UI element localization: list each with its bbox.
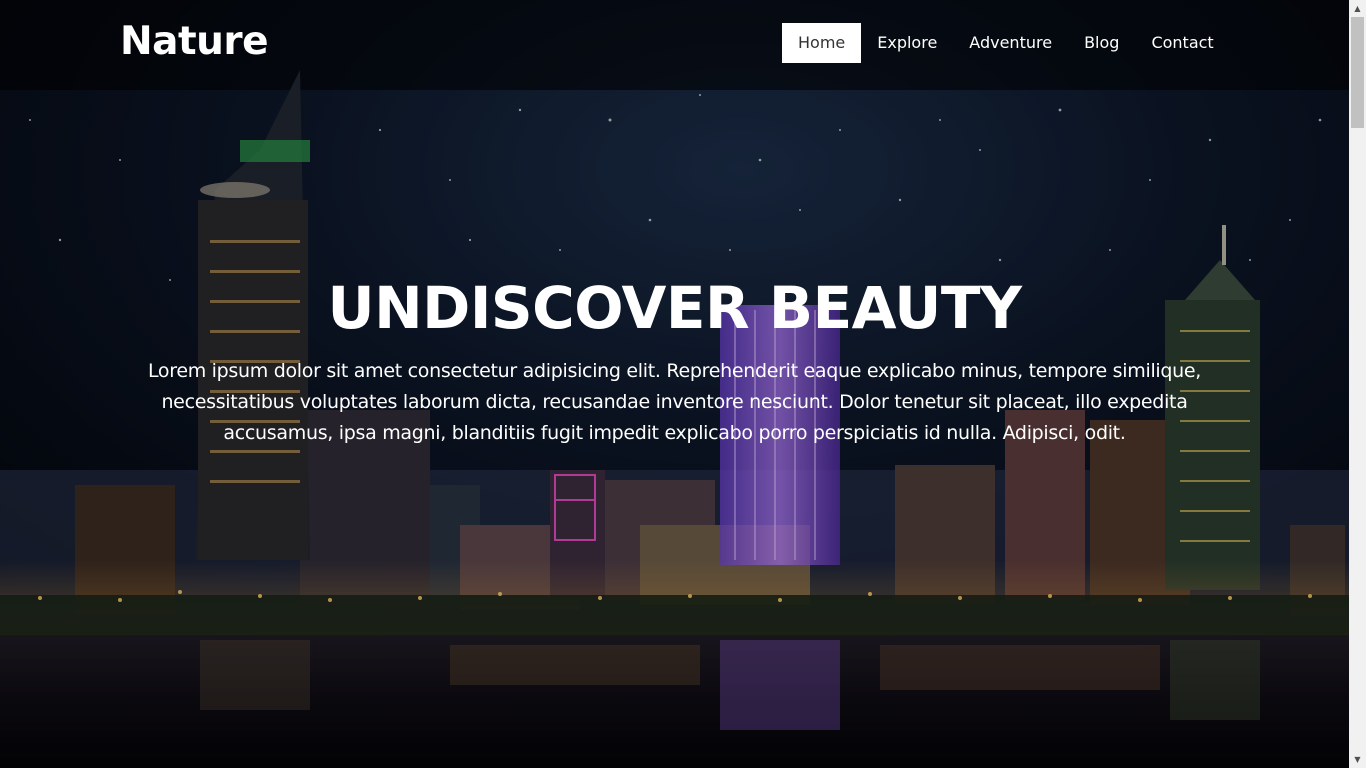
scrollbar-thumb[interactable]: [1351, 17, 1364, 128]
nav-item-contact[interactable]: Contact: [1135, 23, 1229, 63]
nav-item-blog[interactable]: Blog: [1068, 23, 1135, 63]
scroll-up-arrow-icon[interactable]: ▲: [1349, 0, 1366, 17]
nav-item-adventure[interactable]: Adventure: [953, 23, 1068, 63]
site-header: Nature Home Explore Adventure Blog Conta…: [0, 0, 1349, 86]
hero-description: Lorem ipsum dolor sit amet consectetur a…: [147, 360, 1202, 444]
site-logo[interactable]: Nature: [120, 18, 269, 66]
hero-title: UNDISCOVER BEAUTY: [327, 274, 1022, 342]
page-scrollbar[interactable]: ▲ ▼: [1349, 0, 1366, 768]
nav-item-home[interactable]: Home: [782, 23, 862, 63]
nav-item-explore[interactable]: Explore: [861, 23, 953, 63]
main-nav: Home Explore Adventure Blog Contact: [782, 23, 1230, 63]
page-viewport: Nature Home Explore Adventure Blog Conta…: [0, 0, 1349, 768]
scroll-down-arrow-icon[interactable]: ▼: [1349, 751, 1366, 768]
